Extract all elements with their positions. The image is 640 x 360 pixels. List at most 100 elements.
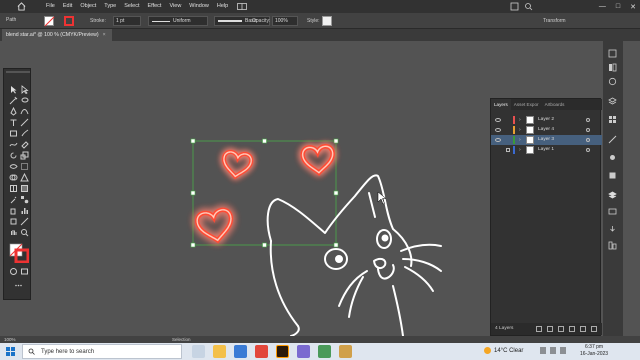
- direct-selection-tool-icon[interactable]: [20, 85, 29, 94]
- selection-bounding-box[interactable]: [190, 138, 339, 248]
- canvas[interactable]: [33, 41, 488, 336]
- asset-export-icon[interactable]: [608, 225, 617, 234]
- menu-edit[interactable]: Edit: [59, 0, 76, 13]
- lock-icon[interactable]: [506, 148, 510, 152]
- gradient-tool-icon[interactable]: [20, 184, 29, 193]
- arrange-icon[interactable]: [510, 2, 519, 11]
- windows-start-icon[interactable]: [6, 347, 15, 356]
- weather-widget[interactable]: 14°C Clear: [484, 346, 523, 357]
- target-circle-icon[interactable]: [586, 118, 590, 122]
- hand-tool-icon[interactable]: [9, 228, 18, 237]
- shape-builder-tool-icon[interactable]: [9, 173, 18, 182]
- menu-type[interactable]: Type: [100, 0, 120, 13]
- network-icon[interactable]: [550, 347, 556, 354]
- symbol-sprayer-tool-icon[interactable]: [9, 206, 18, 215]
- app-icon-purple[interactable]: [297, 345, 310, 358]
- app-icon-yellow[interactable]: [339, 345, 352, 358]
- export-icon[interactable]: [536, 326, 542, 332]
- close-tab-icon[interactable]: ×: [103, 32, 106, 38]
- tab-asset-export[interactable]: Asset Expor: [511, 99, 542, 110]
- target-circle-icon[interactable]: [586, 138, 590, 142]
- column-graph-tool-icon[interactable]: [20, 206, 29, 215]
- screen-mode-icon[interactable]: [20, 267, 29, 276]
- layer-name[interactable]: Layer 3: [538, 135, 554, 145]
- fill-stroke-swatches[interactable]: [9, 243, 30, 264]
- swatches-icon[interactable]: [608, 115, 617, 124]
- blend-tool-icon[interactable]: [20, 195, 29, 204]
- document-tab[interactable]: blend star.ai* @ 100 % (CMYK/Preview) ×: [2, 29, 112, 41]
- eraser-tool-icon[interactable]: [20, 140, 29, 149]
- heart-left[interactable]: [196, 208, 235, 243]
- color-icon[interactable]: [608, 77, 617, 86]
- menu-file[interactable]: File: [42, 0, 59, 13]
- layers-active-icon[interactable]: [608, 191, 617, 200]
- system-clock[interactable]: 6:37 pm 16-Jan-2023: [580, 344, 608, 358]
- type-tool-icon[interactable]: [9, 118, 18, 127]
- paintbrush-tool-icon[interactable]: [20, 129, 29, 138]
- stroke-label[interactable]: Stroke:: [90, 18, 106, 24]
- symbols-icon[interactable]: [608, 153, 617, 162]
- task-view-icon[interactable]: [192, 345, 205, 358]
- layer-row[interactable]: › Layer 4: [491, 125, 602, 135]
- target-circle-icon[interactable]: [586, 128, 590, 132]
- menu-view[interactable]: View: [165, 0, 185, 13]
- cat-illustration[interactable]: [266, 174, 442, 336]
- volume-icon[interactable]: [560, 347, 566, 354]
- home-icon[interactable]: [17, 2, 26, 11]
- close-button[interactable]: ✕: [630, 3, 636, 11]
- properties-icon[interactable]: [608, 49, 617, 58]
- workspace-grid-icon[interactable]: [237, 3, 247, 10]
- tab-layers[interactable]: Layers: [491, 99, 511, 110]
- visibility-eye-icon[interactable]: [495, 138, 501, 142]
- new-layer-icon[interactable]: [580, 326, 586, 332]
- selection-tool-icon[interactable]: [9, 85, 18, 94]
- magic-wand-tool-icon[interactable]: [9, 96, 18, 105]
- taskbar-search-box[interactable]: Type here to search: [22, 344, 182, 359]
- visibility-eye-icon[interactable]: [495, 128, 501, 132]
- menu-object[interactable]: Object: [76, 0, 100, 13]
- visibility-eye-icon[interactable]: [495, 118, 501, 122]
- chrome-icon[interactable]: [255, 345, 268, 358]
- variable-width-profile[interactable]: Uniform: [148, 16, 208, 26]
- scale-tool-icon[interactable]: [20, 151, 29, 160]
- layer-row[interactable]: › Layer 1: [491, 145, 602, 155]
- libraries-icon[interactable]: [608, 63, 617, 72]
- artboard-tool-icon[interactable]: [9, 217, 18, 226]
- current-tool-status[interactable]: Selection: [172, 336, 191, 343]
- layer-name[interactable]: Layer 1: [538, 145, 554, 155]
- illustrator-icon[interactable]: [276, 345, 289, 358]
- opacity-label[interactable]: Opacity:: [252, 18, 270, 24]
- perspective-grid-tool-icon[interactable]: [20, 173, 29, 182]
- menu-help[interactable]: Help: [213, 0, 232, 13]
- lasso-tool-icon[interactable]: [20, 96, 29, 105]
- edit-toolbar-icon[interactable]: [14, 281, 23, 290]
- expand-arrow-icon[interactable]: ›: [519, 125, 521, 135]
- menu-window[interactable]: Window: [185, 0, 213, 13]
- menu-effect[interactable]: Effect: [144, 0, 166, 13]
- align-icon[interactable]: [608, 241, 617, 250]
- file-explorer-icon[interactable]: [213, 345, 226, 358]
- trash-icon[interactable]: [591, 326, 597, 332]
- brushes-icon[interactable]: [608, 135, 617, 144]
- tab-artboards[interactable]: Artboards: [542, 99, 568, 110]
- heart-right[interactable]: [302, 146, 334, 174]
- edge-icon[interactable]: [234, 345, 247, 358]
- graphic-style-swatch[interactable]: [322, 16, 332, 26]
- stroke-swatch[interactable]: [64, 16, 74, 26]
- layer-name[interactable]: Layer 2: [538, 115, 554, 125]
- app-icon-green[interactable]: [318, 345, 331, 358]
- opacity-field[interactable]: 100%: [272, 16, 298, 26]
- artboards-icon[interactable]: [608, 207, 617, 216]
- slice-tool-icon[interactable]: [20, 217, 29, 226]
- minimize-button[interactable]: —: [599, 3, 606, 10]
- graphic-styles-icon[interactable]: [608, 171, 617, 180]
- eyedropper-tool-icon[interactable]: [9, 195, 18, 204]
- search-icon[interactable]: [524, 2, 533, 11]
- layer-row-selected[interactable]: › Layer 3: [491, 135, 602, 145]
- pen-tool-icon[interactable]: [9, 107, 18, 116]
- line-tool-icon[interactable]: [20, 118, 29, 127]
- layer-row[interactable]: › Layer 2: [491, 115, 602, 125]
- shaper-tool-icon[interactable]: [9, 140, 18, 149]
- width-tool-icon[interactable]: [9, 162, 18, 171]
- zoom-tool-icon[interactable]: [20, 228, 29, 237]
